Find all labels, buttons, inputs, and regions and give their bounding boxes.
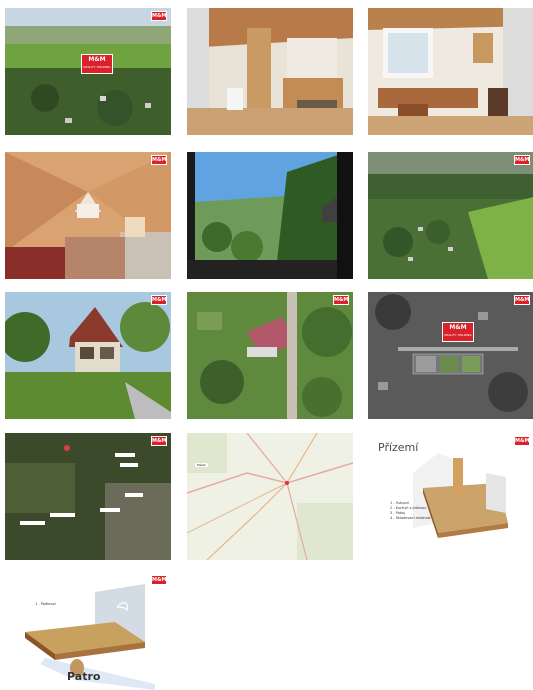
- legend-item: 1 - Podkroví: [35, 602, 56, 606]
- view-photo-graphic: [187, 152, 353, 279]
- gallery-image-road-map[interactable]: Město: [187, 433, 353, 560]
- brand-logo: M&M: [151, 11, 167, 21]
- gallery-image-cadastral-bw[interactable]: M&M REALITY HOLDING M&M: [368, 292, 533, 419]
- brand-tagline: REALITY HOLDING: [83, 65, 111, 69]
- floor-plan-title: Patro: [67, 670, 101, 683]
- gallery-image-aerial-colony[interactable]: M&M: [368, 152, 533, 279]
- brand-logo: M&M: [151, 155, 167, 165]
- brand-logo: M&M: [514, 155, 530, 165]
- brand-logo: M&M: [151, 295, 167, 305]
- brand-logo: M&M: [514, 295, 530, 305]
- floor-plan-legend: 1 - Vstupní 2 - Kuchyň s jídelnou 3 - Po…: [390, 501, 431, 521]
- map-graphic: [187, 433, 353, 560]
- interior-photo-graphic: [187, 8, 353, 135]
- floor-plan-legend: 1 - Podkroví: [35, 602, 56, 607]
- gallery-image-interior-ground-1[interactable]: [187, 8, 353, 135]
- brand-watermark: M&M REALITY HOLDING: [442, 322, 474, 342]
- gallery-image-floorplan-upper[interactable]: 1 - Podkroví Patro M&M: [5, 572, 171, 690]
- brand-logo: M&M: [514, 436, 530, 446]
- exterior-photo-graphic: [5, 292, 171, 419]
- gallery-image-cottage-aerial-close[interactable]: M&M: [187, 292, 353, 419]
- gallery-image-window-view[interactable]: [187, 152, 353, 279]
- aerial-map-graphic: [368, 292, 533, 419]
- aerial-photo-graphic: [187, 292, 353, 419]
- gallery-image-interior-ground-2[interactable]: [368, 8, 533, 135]
- brand-logo: M&M: [151, 436, 167, 446]
- brand-tagline: REALITY HOLDING: [444, 333, 472, 337]
- gallery-image-floorplan-ground[interactable]: Přízemí 1 - Vstupní 2 - Kuchyň s jídelno…: [368, 433, 533, 560]
- gallery-image-satellite-map[interactable]: M&M: [5, 433, 171, 560]
- map-graphic: [5, 433, 171, 560]
- map-town-label: Město: [195, 463, 209, 467]
- floor-plan-title: Přízemí: [378, 441, 419, 454]
- interior-photo-graphic: [5, 152, 171, 279]
- gallery-image-attic-room[interactable]: M&M: [5, 152, 171, 279]
- gallery-image-cottage-exterior[interactable]: M&M: [5, 292, 171, 419]
- gallery-image-aerial-panorama[interactable]: M&M REALITY HOLDING M&M: [5, 8, 171, 135]
- brand-watermark-text: M&M: [88, 56, 106, 63]
- interior-photo-graphic: [368, 8, 533, 135]
- legend-item: 4 - Skladovací místnost: [390, 516, 431, 520]
- brand-logo: M&M: [333, 295, 349, 305]
- brand-logo: M&M: [151, 575, 167, 585]
- aerial-photo-graphic: [368, 152, 533, 279]
- brand-watermark-text: M&M: [449, 324, 467, 331]
- brand-watermark: M&M REALITY HOLDING: [81, 54, 113, 74]
